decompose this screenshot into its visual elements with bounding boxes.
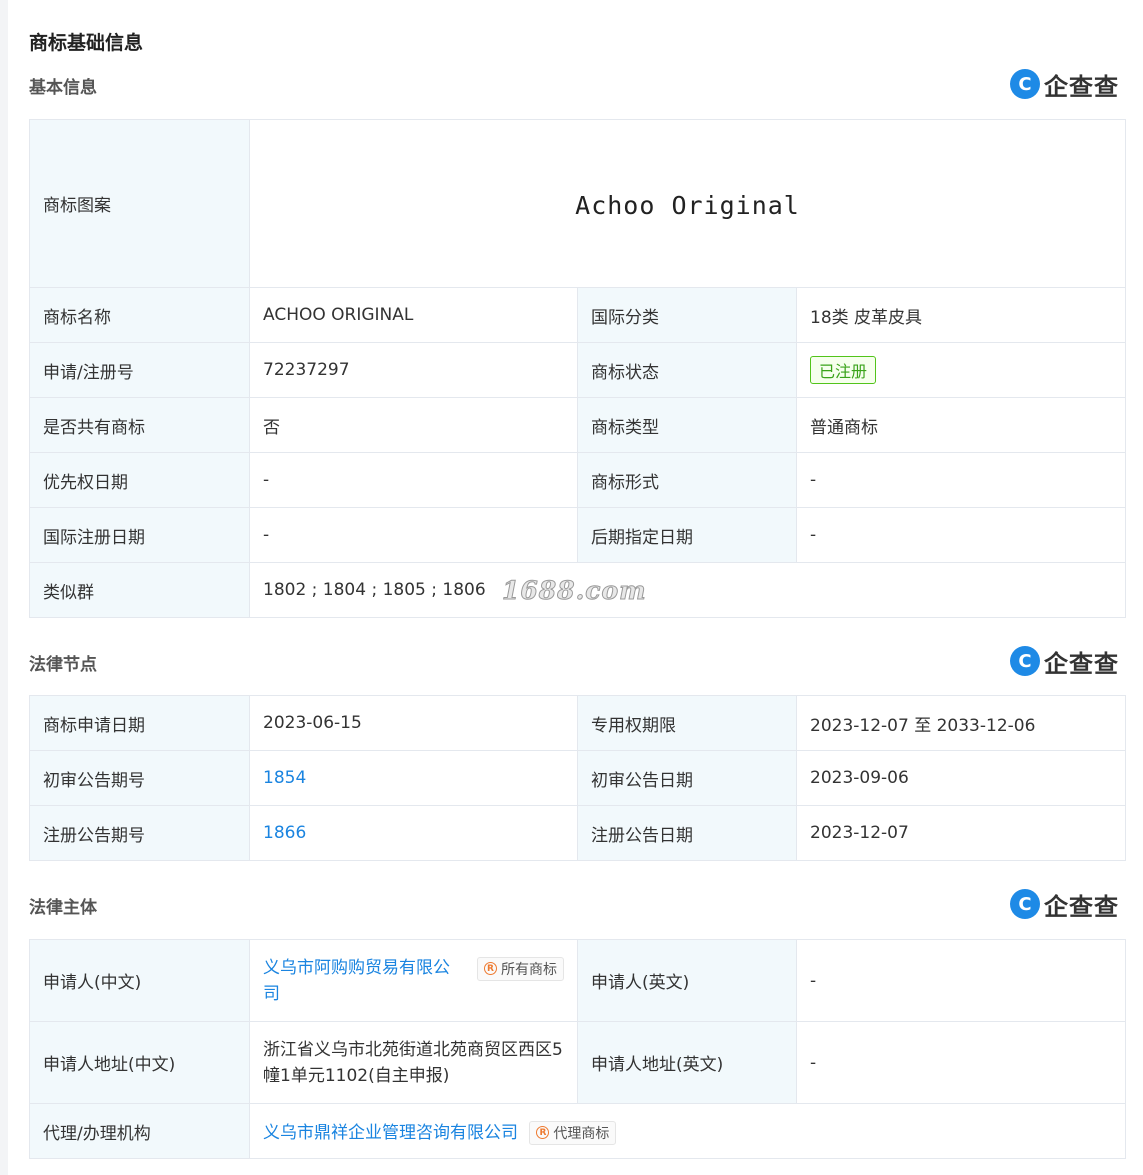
field-label: 申请人地址(中文) bbox=[29, 1021, 250, 1104]
qichacha-icon: C bbox=[1010, 646, 1040, 676]
agent-trademarks-tag[interactable]: R 代理商标 bbox=[529, 1120, 617, 1145]
qichacha-icon: C bbox=[1010, 889, 1040, 919]
table-row: 注册公告期号 1866 注册公告日期 2023-12-07 bbox=[29, 805, 1126, 861]
field-label: 类似群 bbox=[29, 562, 250, 618]
shared-mark-value: 否 bbox=[249, 397, 578, 453]
field-label: 代理/办理机构 bbox=[29, 1103, 250, 1159]
prelim-issue-cell: 1854 bbox=[249, 750, 578, 806]
field-label: 注册公告期号 bbox=[29, 805, 250, 861]
reg-number-value: 72237297 bbox=[249, 342, 578, 398]
qichacha-logo: C 企查查 bbox=[1010, 68, 1126, 101]
intl-class-value: 18类 皮革皮具 bbox=[796, 287, 1126, 343]
qichacha-icon: C bbox=[1010, 69, 1040, 99]
table-row: 国际注册日期 - 后期指定日期 - bbox=[29, 507, 1126, 563]
field-label: 初审公告日期 bbox=[577, 750, 797, 806]
field-label: 商标名称 bbox=[29, 287, 250, 343]
applicant-address-cn-value: 浙江省义乌市北苑街道北苑商贸区西区5幢1单元1102(自主申报) bbox=[249, 1021, 578, 1104]
applicant-company-link[interactable]: 义乌市阿购购贸易有限公司 bbox=[263, 955, 463, 1007]
field-label: 注册公告日期 bbox=[577, 805, 797, 861]
table-row: 初审公告期号 1854 初审公告日期 2023-09-06 bbox=[29, 750, 1126, 806]
qichacha-brand-name: 企查查 bbox=[1044, 892, 1119, 921]
field-label: 初审公告期号 bbox=[29, 750, 250, 806]
prelim-date-value: 2023-09-06 bbox=[796, 750, 1126, 806]
field-label: 申请人(中文) bbox=[29, 939, 250, 1022]
legal-nodes-table: 商标申请日期 2023-06-15 专用权期限 2023-12-07 至 203… bbox=[29, 695, 1126, 861]
qichacha-logo: C 企查查 bbox=[1010, 888, 1126, 921]
similar-group-value: 1802 ; 1804 ; 1805 ; 1806 bbox=[249, 562, 1126, 618]
table-row: 商标名称 ACHOO ORIGINAL 国际分类 18类 皮革皮具 bbox=[29, 287, 1126, 343]
section-title-legal-entity: 法律主体 bbox=[29, 898, 97, 918]
field-label: 申请/注册号 bbox=[29, 342, 250, 398]
qichacha-brand-name: 企查查 bbox=[1044, 72, 1119, 101]
applicant-address-en-value: - bbox=[796, 1021, 1126, 1104]
field-label: 专用权期限 bbox=[577, 695, 797, 751]
all-trademarks-tag[interactable]: R 所有商标 bbox=[477, 956, 564, 981]
field-label: 国际注册日期 bbox=[29, 507, 250, 563]
basic-info-table: 商标图案 Achoo Original 商标名称 ACHOO ORIGINAL … bbox=[29, 119, 1126, 618]
field-label: 优先权日期 bbox=[29, 452, 250, 508]
qichacha-logo: C 企查查 bbox=[1010, 645, 1126, 678]
agent-company-link[interactable]: 义乌市鼎祥企业管理咨询有限公司 bbox=[263, 1123, 518, 1143]
section-title-basic: 基本信息 bbox=[29, 78, 97, 98]
application-date-value: 2023-06-15 bbox=[249, 695, 578, 751]
table-row: 商标图案 Achoo Original bbox=[29, 119, 1126, 288]
agent-cell: 义乌市鼎祥企业管理咨询有限公司 R 代理商标 bbox=[249, 1103, 1126, 1159]
page-title: 商标基础信息 bbox=[29, 32, 144, 54]
trademark-name-value: ACHOO ORIGINAL bbox=[249, 287, 578, 343]
table-row: 优先权日期 - 商标形式 - bbox=[29, 452, 1126, 508]
table-row: 申请/注册号 72237297 商标状态 已注册 bbox=[29, 342, 1126, 398]
field-label: 申请人(英文) bbox=[577, 939, 797, 1022]
field-label: 商标状态 bbox=[577, 342, 797, 398]
later-designation-date-value: - bbox=[796, 507, 1126, 563]
status-badge: 已注册 bbox=[810, 356, 877, 384]
applicant-cn-cell: 义乌市阿购购贸易有限公司 R 所有商标 bbox=[249, 939, 578, 1022]
section-title-legal-nodes: 法律节点 bbox=[29, 655, 97, 675]
priority-date-value: - bbox=[249, 452, 578, 508]
field-label: 商标类型 bbox=[577, 397, 797, 453]
table-row: 申请人(中文) 义乌市阿购购贸易有限公司 R 所有商标 申请人(英文) - bbox=[29, 939, 1126, 1022]
mark-type-value: 普通商标 bbox=[796, 397, 1126, 453]
reg-date-value: 2023-12-07 bbox=[796, 805, 1126, 861]
field-label: 国际分类 bbox=[577, 287, 797, 343]
reg-issue-cell: 1866 bbox=[249, 805, 578, 861]
mark-form-value: - bbox=[796, 452, 1126, 508]
reg-issue-link[interactable]: 1866 bbox=[263, 823, 306, 843]
left-edge-strip bbox=[0, 0, 8, 1175]
field-label: 申请人地址(英文) bbox=[577, 1021, 797, 1104]
status-cell: 已注册 bbox=[796, 342, 1126, 398]
field-label: 商标申请日期 bbox=[29, 695, 250, 751]
watermark-1688: 1688.com bbox=[502, 576, 647, 606]
applicant-en-value: - bbox=[796, 939, 1126, 1022]
prelim-issue-link[interactable]: 1854 bbox=[263, 768, 306, 788]
field-label: 是否共有商标 bbox=[29, 397, 250, 453]
agent-trademarks-label: 代理商标 bbox=[553, 1125, 610, 1142]
table-row: 商标申请日期 2023-06-15 专用权期限 2023-12-07 至 203… bbox=[29, 695, 1126, 751]
exclusive-period-value: 2023-12-07 至 2033-12-06 bbox=[796, 695, 1126, 751]
legal-entity-table: 申请人(中文) 义乌市阿购购贸易有限公司 R 所有商标 申请人(英文) - 申请… bbox=[29, 939, 1126, 1159]
registered-icon: R bbox=[536, 1126, 550, 1139]
trademark-image-text: Achoo Original bbox=[575, 190, 800, 220]
trademark-image: Achoo Original bbox=[263, 121, 1112, 287]
table-row: 是否共有商标 否 商标类型 普通商标 bbox=[29, 397, 1126, 453]
table-row: 代理/办理机构 义乌市鼎祥企业管理咨询有限公司 R 代理商标 bbox=[29, 1103, 1126, 1159]
intl-reg-date-value: - bbox=[249, 507, 578, 563]
field-label: 后期指定日期 bbox=[577, 507, 797, 563]
mark-image-label: 商标图案 bbox=[29, 119, 250, 288]
table-row: 申请人地址(中文) 浙江省义乌市北苑街道北苑商贸区西区5幢1单元1102(自主申… bbox=[29, 1021, 1126, 1104]
field-label: 商标形式 bbox=[577, 452, 797, 508]
qichacha-brand-name: 企查查 bbox=[1044, 649, 1119, 678]
registered-icon: R bbox=[484, 962, 497, 975]
mark-image-cell: Achoo Original bbox=[249, 119, 1126, 288]
all-trademarks-label: 所有商标 bbox=[501, 961, 557, 978]
